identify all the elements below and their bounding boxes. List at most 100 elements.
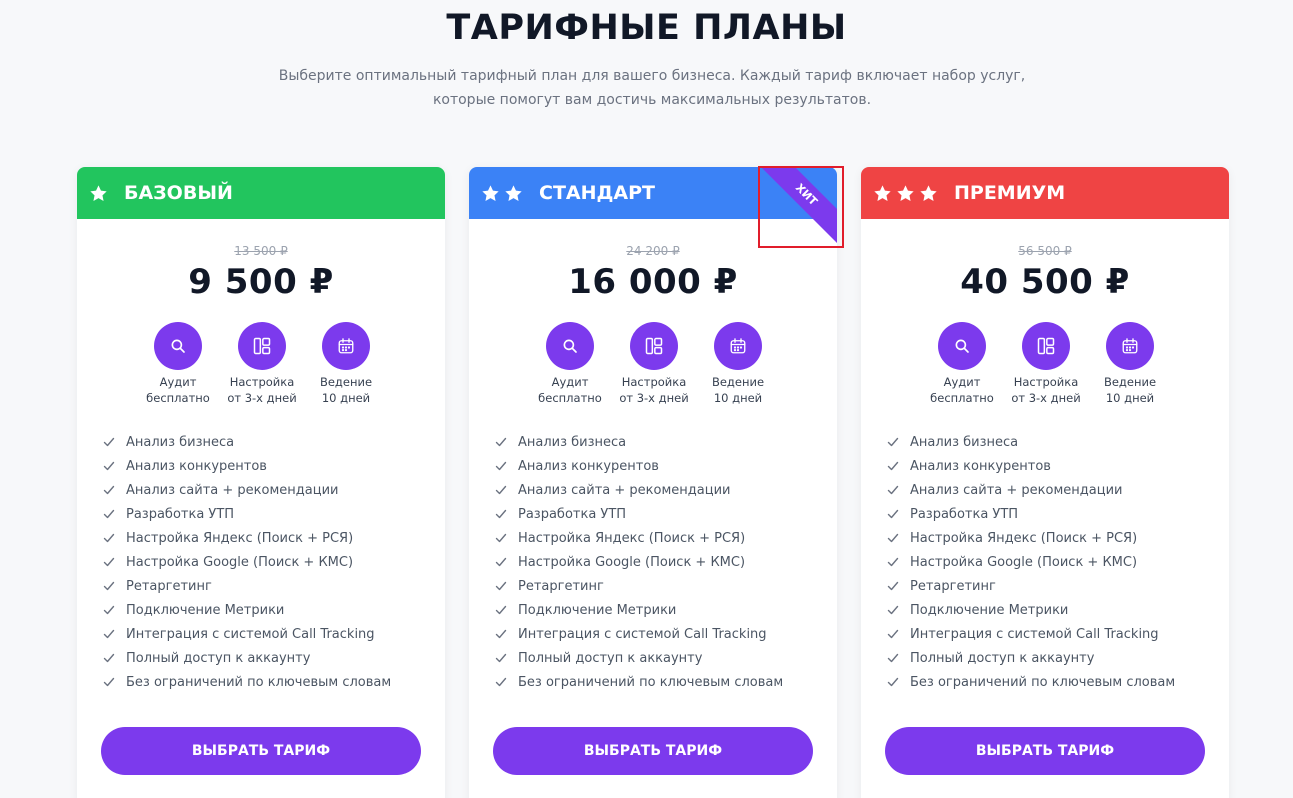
checklist-item-label: Интеграция с системой Call Tracking [910,626,1159,642]
checklist-item: Анализ бизнеса [887,430,1229,454]
checklist-item-label: Анализ бизнеса [910,434,1019,450]
checklist-item: Подключение Метрики [495,598,837,622]
check-icon [103,556,126,568]
check-icon [495,676,518,688]
feature-item: Ведение 10 дней [308,322,384,406]
checklist-item-label: Интеграция с системой Call Tracking [126,626,375,642]
plan-features: Аудит бесплатно Настройка от 3-х дней Веде… [469,322,837,406]
old-price: 56 500 ₽ [1018,244,1072,258]
layout-icon [1022,322,1070,370]
calendar-icon [714,322,762,370]
plan-checklist: Анализ бизнеса Анализ конкурентов Анализ с… [77,430,445,694]
plan-name: СТАНДАРТ [539,182,656,204]
plan-price: 16 000 ₽ [568,262,738,302]
checklist-item: Полный доступ к аккаунту [887,646,1229,670]
feature-label: Ведение 10 дней [319,375,373,405]
old-price: 13 500 ₽ [234,244,288,258]
checklist-item-label: Настройка Google (Поиск + КМС) [518,554,746,570]
page-subtitle: Выберите оптимальный тарифный план для в… [278,68,1026,108]
layout-icon [630,322,678,370]
star-icon [873,184,892,203]
checklist-item-label: Анализ бизнеса [518,434,627,450]
checklist-item-label: Разработка УТП [518,506,627,522]
calendar-icon [1106,322,1154,370]
check-icon [495,460,518,472]
check-icon [495,484,518,496]
plan-header: ПРЕМИУМ [861,167,1229,219]
check-icon [887,556,910,568]
checklist-item-label: Разработка УТП [910,506,1019,522]
select-plan-button[interactable]: ВЫБРАТЬ ТАРИФ [885,727,1205,775]
checklist-item: Без ограничений по ключевым словам [103,670,445,694]
check-icon [887,436,910,448]
feature-item: Ведение 10 дней [1092,322,1168,406]
checklist-item: Настройка Google (Поиск + КМС) [887,550,1229,574]
checklist-item-label: Анализ сайта + рекомендации [126,482,339,498]
check-icon [495,508,518,520]
checklist-item: Без ограничений по ключевым словам [887,670,1229,694]
select-plan-button[interactable]: ВЫБРАТЬ ТАРИФ [101,727,421,775]
feature-item: Аудит бесплатно [924,322,1000,406]
check-icon [887,460,910,472]
plan-checklist: Анализ бизнеса Анализ конкурентов Анализ с… [469,430,837,694]
check-icon [495,580,518,592]
checklist-item: Разработка УТП [887,502,1229,526]
check-icon [103,580,126,592]
checklist-item: Разработка УТП [103,502,445,526]
checklist-item-label: Анализ конкурентов [518,458,659,474]
checklist-item: Анализ конкурентов [887,454,1229,478]
check-icon [887,532,910,544]
checklist-item-label: Настройка Яндекс (Поиск + РСЯ) [518,530,746,546]
check-icon [495,604,518,616]
star-icon [504,184,523,203]
checklist-item-label: Анализ бизнеса [126,434,235,450]
checklist-item-label: Без ограничений по ключевым словам [126,674,392,690]
star-icon [89,184,108,203]
plan-features: Аудит бесплатно Настройка от 3-х дней Веде… [861,322,1229,406]
checklist-item-label: Настройка Google (Поиск + КМС) [910,554,1138,570]
check-icon [103,628,126,640]
select-plan-button[interactable]: ВЫБРАТЬ ТАРИФ [493,727,813,775]
check-icon [103,652,126,664]
checklist-item-label: Разработка УТП [126,506,235,522]
checklist-item: Настройка Google (Поиск + КМС) [495,550,837,574]
feature-label: Ведение 10 дней [1103,375,1157,405]
checklist-item-label: Анализ сайта + рекомендации [910,482,1123,498]
plan-price: 40 500 ₽ [960,262,1130,302]
check-icon [103,508,126,520]
checklist-item: Разработка УТП [495,502,837,526]
check-icon [103,460,126,472]
check-icon [887,652,910,664]
check-icon [103,532,126,544]
checklist-item: Настройка Google (Поиск + КМС) [103,550,445,574]
check-icon [103,604,126,616]
feature-label: Настройка от 3-х дней [227,375,297,405]
checklist-item: Анализ конкурентов [103,454,445,478]
check-icon [495,652,518,664]
search-icon [938,322,986,370]
feature-item: Аудит бесплатно [140,322,216,406]
check-icon [495,532,518,544]
plan-features: Аудит бесплатно Настройка от 3-х дней Веде… [77,322,445,406]
checklist-item: Настройка Яндекс (Поиск + РСЯ) [495,526,837,550]
check-icon [887,676,910,688]
feature-item: Настройка от 3-х дней [1008,322,1084,406]
checklist-item: Интеграция с системой Call Tracking [103,622,445,646]
checklist-item-label: Интеграция с системой Call Tracking [518,626,767,642]
feature-label: Аудит бесплатно [930,375,994,405]
check-icon [495,628,518,640]
check-icon [887,580,910,592]
plan-name: ПРЕМИУМ [954,182,1066,204]
plan-name: БАЗОВЫЙ [124,182,233,204]
checklist-item: Интеграция с системой Call Tracking [887,622,1229,646]
checklist-item-label: Полный доступ к аккаунту [518,650,703,666]
checklist-item-label: Полный доступ к аккаунту [910,650,1095,666]
checklist-item: Ретаргетинг [495,574,837,598]
star-icon [481,184,500,203]
star-icon [896,184,915,203]
ribbon-highlight-box [758,166,844,248]
checklist-item-label: Подключение Метрики [126,602,285,618]
check-icon [103,436,126,448]
plan-checklist: Анализ бизнеса Анализ конкурентов Анализ с… [861,430,1229,694]
checklist-item: Полный доступ к аккаунту [103,646,445,670]
